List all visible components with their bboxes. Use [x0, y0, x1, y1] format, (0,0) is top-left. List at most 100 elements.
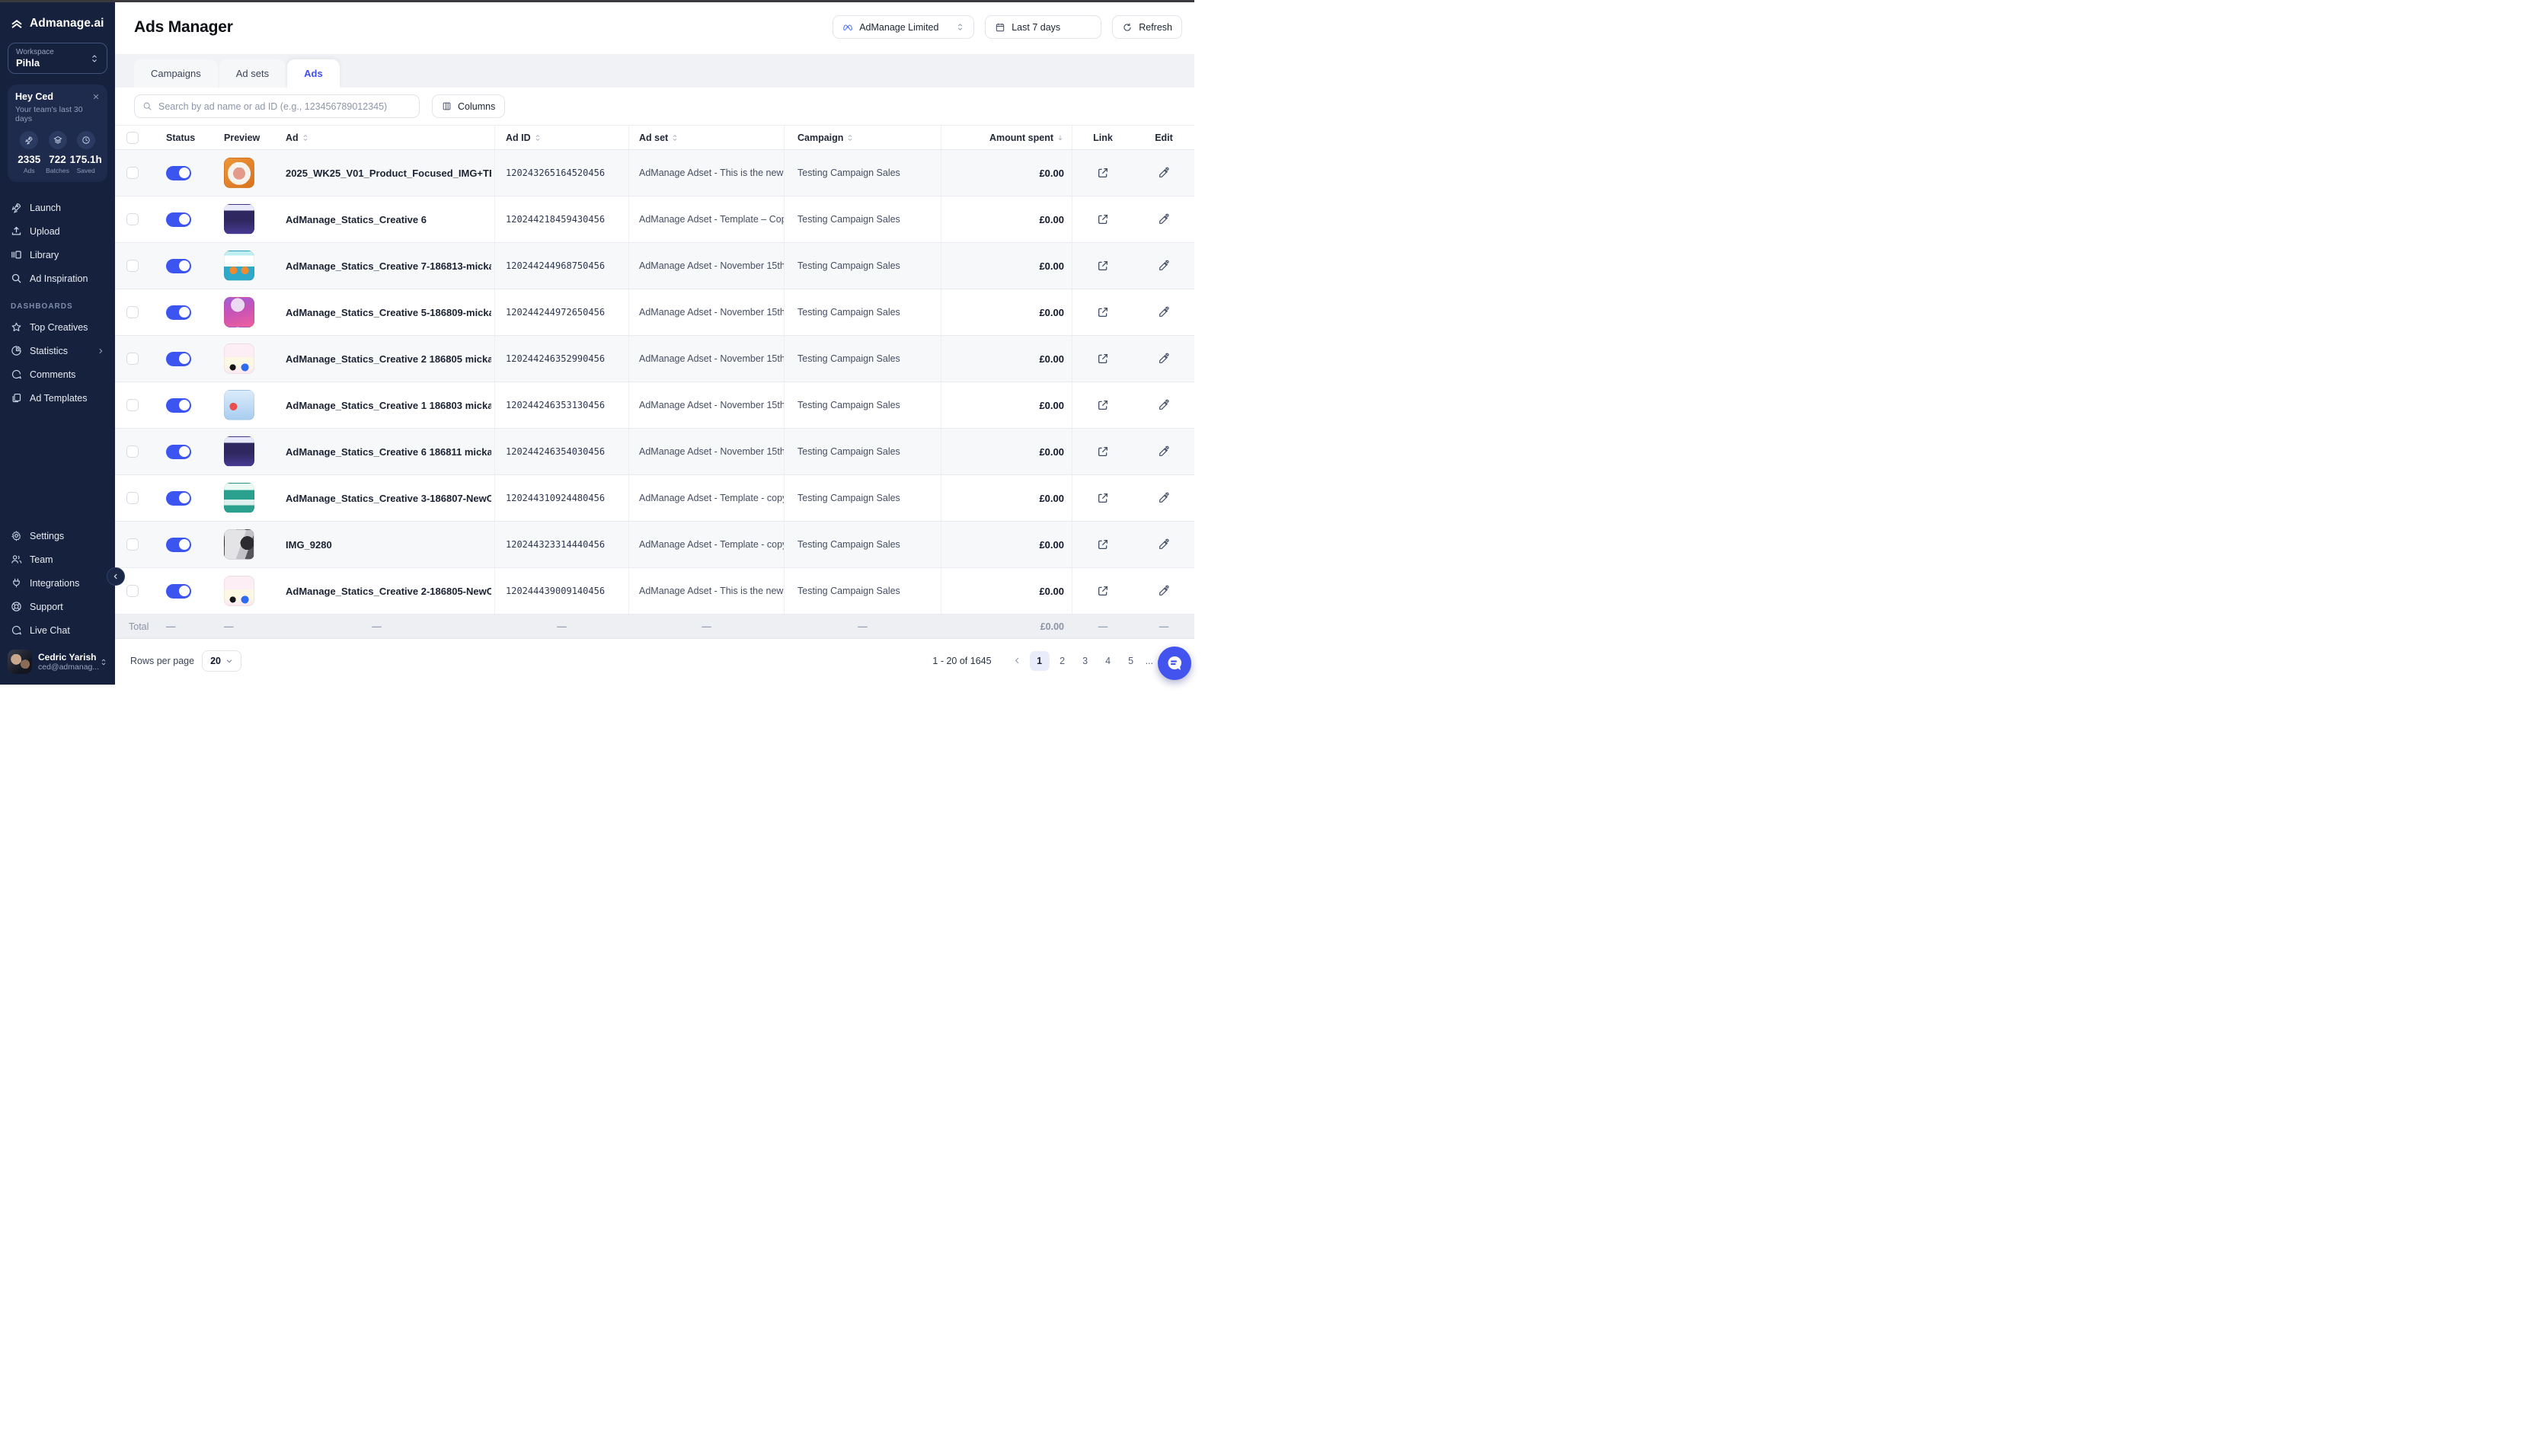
row-checkbox[interactable]: [126, 445, 139, 458]
sort-icon[interactable]: [534, 133, 542, 142]
ad-name[interactable]: AdManage_Statics_Creative 5-186809-micka…: [286, 307, 491, 318]
sidebar-item-ad-templates[interactable]: Ad Templates: [0, 386, 115, 410]
date-range-picker[interactable]: Last 7 days: [985, 15, 1101, 39]
ad-name[interactable]: AdManage_Statics_Creative 1 186803 micka…: [286, 400, 491, 411]
ad-preview-thumbnail[interactable]: [224, 390, 254, 420]
sort-icon[interactable]: [302, 133, 309, 142]
sidebar-item-ad-inspiration[interactable]: Ad Inspiration: [0, 267, 115, 290]
edit-icon[interactable]: [1158, 445, 1170, 458]
ad-preview-thumbnail[interactable]: [224, 158, 254, 188]
edit-icon[interactable]: [1158, 399, 1170, 411]
ad-name[interactable]: IMG_9280: [286, 539, 332, 551]
edit-icon[interactable]: [1158, 213, 1170, 225]
edit-icon[interactable]: [1158, 538, 1170, 551]
app-logo[interactable]: Admanage.ai: [0, 11, 115, 38]
edit-icon[interactable]: [1158, 167, 1170, 179]
edit-icon[interactable]: [1158, 306, 1170, 318]
sidebar-item-library[interactable]: Library: [0, 243, 115, 267]
status-toggle[interactable]: [166, 305, 191, 320]
user-menu[interactable]: Cedric Yarish ced@admanag...: [0, 642, 115, 685]
ad-name[interactable]: 2025_WK25_V01_Product_Focused_IMG+TEXT_(: [286, 168, 491, 179]
column-header-preview[interactable]: Preview: [201, 126, 259, 149]
row-checkbox[interactable]: [126, 399, 139, 411]
external-link-icon[interactable]: [1097, 492, 1109, 504]
sidebar-item-top-creatives[interactable]: Top Creatives: [0, 315, 115, 339]
sidebar-item-statistics[interactable]: Statistics: [0, 339, 115, 362]
rows-per-page-select[interactable]: 20: [202, 650, 241, 672]
row-checkbox[interactable]: [126, 538, 139, 551]
refresh-button[interactable]: Refresh: [1112, 15, 1182, 39]
row-checkbox[interactable]: [126, 260, 139, 272]
sort-icon[interactable]: [846, 133, 854, 142]
status-toggle[interactable]: [166, 584, 191, 599]
status-toggle[interactable]: [166, 212, 191, 227]
ad-name[interactable]: AdManage_Statics_Creative 6: [286, 214, 427, 225]
ad-preview-thumbnail[interactable]: [224, 576, 254, 606]
ad-preview-thumbnail[interactable]: [224, 297, 254, 327]
tab-ad-sets[interactable]: Ad sets: [219, 59, 286, 88]
sidebar-item-support[interactable]: Support: [0, 595, 115, 618]
page-button-3[interactable]: 3: [1076, 651, 1095, 671]
page-button-4[interactable]: 4: [1098, 651, 1118, 671]
row-checkbox[interactable]: [126, 353, 139, 365]
external-link-icon[interactable]: [1097, 167, 1109, 179]
sidebar-item-integrations[interactable]: Integrations: [0, 571, 115, 595]
ad-preview-thumbnail[interactable]: [224, 251, 254, 281]
sidebar-collapse-button[interactable]: [107, 567, 125, 586]
workspace-selector[interactable]: Workspace Pihla: [8, 43, 107, 74]
external-link-icon[interactable]: [1097, 306, 1109, 318]
ad-preview-thumbnail[interactable]: [224, 529, 254, 560]
row-checkbox[interactable]: [126, 492, 139, 504]
edit-icon[interactable]: [1158, 492, 1170, 504]
edit-icon[interactable]: [1158, 260, 1170, 272]
ad-preview-thumbnail[interactable]: [224, 483, 254, 513]
external-link-icon[interactable]: [1097, 353, 1109, 365]
status-toggle[interactable]: [166, 491, 191, 506]
sidebar-item-team[interactable]: Team: [0, 548, 115, 571]
pagination-prev-button[interactable]: [1008, 652, 1027, 670]
sidebar-item-upload[interactable]: Upload: [0, 219, 115, 243]
sort-icon[interactable]: [671, 133, 679, 142]
status-toggle[interactable]: [166, 259, 191, 273]
page-button-1[interactable]: 1: [1030, 651, 1050, 671]
account-selector[interactable]: AdManage Limited: [833, 15, 974, 39]
column-header-status[interactable]: Status: [151, 126, 201, 149]
external-link-icon[interactable]: [1097, 585, 1109, 597]
search-input[interactable]: [158, 101, 411, 112]
status-toggle[interactable]: [166, 166, 191, 180]
page-button-5[interactable]: 5: [1121, 651, 1141, 671]
row-checkbox[interactable]: [126, 213, 139, 225]
status-toggle[interactable]: [166, 352, 191, 366]
ad-name[interactable]: AdManage_Statics_Creative 2 186805 micka…: [286, 353, 491, 365]
external-link-icon[interactable]: [1097, 538, 1109, 551]
edit-icon[interactable]: [1158, 353, 1170, 365]
column-header-campaign[interactable]: Campaign: [784, 126, 941, 149]
sidebar-item-launch[interactable]: Launch: [0, 196, 115, 219]
close-icon[interactable]: [92, 93, 100, 101]
column-header-ad-set[interactable]: Ad set: [628, 126, 784, 149]
external-link-icon[interactable]: [1097, 213, 1109, 225]
column-header-ad-id[interactable]: Ad ID: [494, 126, 628, 149]
row-checkbox[interactable]: [126, 306, 139, 318]
ad-name[interactable]: AdManage_Statics_Creative 2-186805-NewCr…: [286, 586, 491, 597]
select-all-checkbox[interactable]: [126, 132, 139, 144]
tab-campaigns[interactable]: Campaigns: [134, 59, 218, 88]
sort-desc-icon[interactable]: [1056, 133, 1064, 142]
row-checkbox[interactable]: [126, 167, 139, 179]
chat-widget-button[interactable]: [1158, 647, 1191, 680]
sidebar-item-comments[interactable]: Comments: [0, 362, 115, 386]
status-toggle[interactable]: [166, 538, 191, 552]
sidebar-item-settings[interactable]: Settings: [0, 524, 115, 548]
external-link-icon[interactable]: [1097, 399, 1109, 411]
tab-ads[interactable]: Ads: [287, 59, 340, 88]
ad-preview-thumbnail[interactable]: [224, 204, 254, 235]
column-header-ad[interactable]: Ad: [259, 126, 494, 149]
edit-icon[interactable]: [1158, 585, 1170, 597]
columns-button[interactable]: Columns: [432, 94, 505, 118]
external-link-icon[interactable]: [1097, 260, 1109, 272]
external-link-icon[interactable]: [1097, 445, 1109, 458]
status-toggle[interactable]: [166, 398, 191, 413]
status-toggle[interactable]: [166, 445, 191, 459]
sidebar-item-live-chat[interactable]: Live Chat: [0, 618, 115, 642]
ad-preview-thumbnail[interactable]: [224, 343, 254, 374]
